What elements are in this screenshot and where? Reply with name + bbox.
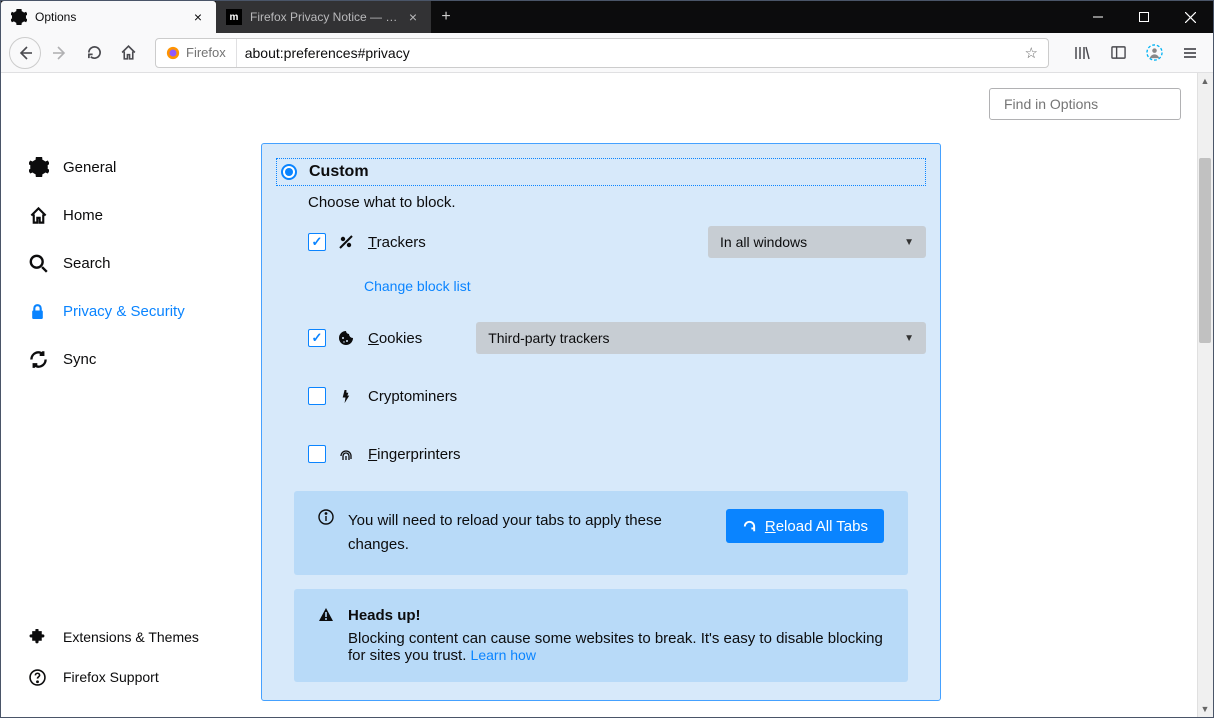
sidebar-item-label: Sync: [63, 351, 96, 368]
menu-button[interactable]: [1175, 38, 1205, 68]
sidebar: General Home Search: [1, 143, 251, 717]
home-icon: [29, 206, 49, 225]
reload-icon: [742, 519, 757, 534]
reload-all-tabs-button[interactable]: Reload All Tabs: [726, 509, 884, 543]
sidebar-extensions[interactable]: Extensions & Themes: [29, 617, 251, 657]
trackers-checkbox[interactable]: [308, 233, 326, 251]
tab-close-icon[interactable]: ×: [405, 9, 421, 25]
fingerprint-icon: [338, 446, 356, 462]
tab-privacy-notice[interactable]: m Firefox Privacy Notice — Mozil ×: [216, 1, 431, 33]
heads-up-box: Heads up! Blocking content can cause som…: [294, 589, 908, 682]
custom-desc: Choose what to block.: [308, 194, 926, 211]
warning-icon: [318, 607, 334, 623]
close-button[interactable]: [1167, 1, 1213, 33]
fingerprinters-label: Fingerprinters: [368, 446, 461, 463]
main-panel: Custom Choose what to block. Trackers: [261, 143, 941, 717]
forward-button[interactable]: [45, 38, 75, 68]
sidebar-item-home[interactable]: Home: [29, 191, 251, 239]
search-input[interactable]: [1004, 96, 1185, 112]
firefox-logo-icon: [166, 46, 180, 60]
trackers-row: Trackers In all windows ▼: [308, 223, 926, 261]
options-page: General Home Search: [1, 73, 1213, 717]
sidebar-item-label: General: [63, 159, 116, 176]
sync-icon: [29, 350, 49, 369]
tracker-icon: [338, 234, 356, 250]
sidebar-support[interactable]: Firefox Support: [29, 657, 251, 697]
window-controls: [1075, 1, 1213, 33]
sidebar-item-label: Firefox Support: [63, 669, 159, 685]
cookies-dropdown[interactable]: Third-party trackers ▼: [476, 322, 926, 354]
scroll-up-button[interactable]: ▲: [1197, 73, 1213, 89]
scroll-thumb[interactable]: [1199, 158, 1211, 343]
sidebar-item-sync[interactable]: Sync: [29, 335, 251, 383]
chevron-down-icon: ▼: [904, 237, 914, 248]
url-text[interactable]: about:preferences#privacy: [237, 45, 1015, 61]
back-button[interactable]: [9, 37, 41, 69]
reload-info-box: You will need to reload your tabs to app…: [294, 491, 908, 575]
sidebar-item-general[interactable]: General: [29, 143, 251, 191]
sidebar-item-label: Extensions & Themes: [63, 629, 199, 645]
fingerprinters-checkbox[interactable]: [308, 445, 326, 463]
minimize-button[interactable]: [1075, 1, 1121, 33]
toolbar-right: [1067, 38, 1205, 68]
url-bar[interactable]: Firefox about:preferences#privacy ☆: [155, 38, 1049, 68]
warn-msg: Heads up! Blocking content can cause som…: [348, 607, 884, 664]
trackers-label: Trackers: [368, 234, 426, 251]
sidebar-item-search[interactable]: Search: [29, 239, 251, 287]
info-msg: You will need to reload your tabs to app…: [348, 509, 712, 557]
learn-how-link[interactable]: Learn how: [471, 647, 536, 663]
cookies-row: Cookies Third-party trackers ▼: [308, 319, 926, 357]
cookie-icon: [338, 330, 356, 346]
cryptominers-checkbox[interactable]: [308, 387, 326, 405]
scroll-down-button[interactable]: ▼: [1197, 701, 1213, 717]
sidebar-item-privacy[interactable]: Privacy & Security: [29, 287, 251, 335]
cryptominers-label: Cryptominers: [368, 388, 457, 405]
firefox-window: Options × m Firefox Privacy Notice — Moz…: [0, 0, 1214, 718]
fingerprinters-row: Fingerprinters: [308, 435, 926, 473]
cookies-checkbox[interactable]: [308, 329, 326, 347]
change-block-list-link[interactable]: Change block list: [364, 278, 471, 294]
new-tab-button[interactable]: +: [431, 1, 461, 33]
sidebar-button[interactable]: [1103, 38, 1133, 68]
tab-options[interactable]: Options ×: [1, 1, 216, 33]
gear-icon: [29, 157, 49, 177]
info-icon: [318, 509, 334, 525]
lock-icon: [29, 303, 49, 320]
reload-button[interactable]: [79, 38, 109, 68]
custom-radio[interactable]: [281, 164, 297, 180]
identity-box[interactable]: Firefox: [156, 39, 237, 67]
custom-blocking-panel: Custom Choose what to block. Trackers: [261, 143, 941, 701]
puzzle-icon: [29, 629, 49, 646]
cookies-label: Cookies: [368, 330, 422, 347]
bookmark-star-icon[interactable]: ☆: [1015, 44, 1048, 62]
gear-icon: [11, 9, 27, 25]
maximize-button[interactable]: [1121, 1, 1167, 33]
vertical-scrollbar[interactable]: ▲ ▼: [1197, 73, 1213, 717]
titlebar: Options × m Firefox Privacy Notice — Moz…: [1, 1, 1213, 33]
mozilla-icon: m: [226, 9, 242, 25]
cryptominer-icon: [338, 389, 356, 404]
cryptominers-row: Cryptominers: [308, 377, 926, 415]
sidebar-item-label: Search: [63, 255, 111, 272]
toolbar: Firefox about:preferences#privacy ☆: [1, 33, 1213, 73]
warn-title: Heads up!: [348, 607, 884, 624]
custom-radio-row[interactable]: Custom: [276, 158, 926, 186]
help-icon: [29, 669, 49, 686]
custom-radio-label: Custom: [309, 163, 369, 181]
library-button[interactable]: [1067, 38, 1097, 68]
home-button[interactable]: [113, 38, 143, 68]
tab-label: Options: [35, 10, 76, 24]
search-icon: [29, 254, 49, 273]
sidebar-item-label: Home: [63, 207, 103, 224]
sidebar-item-label: Privacy & Security: [63, 303, 185, 320]
chevron-down-icon: ▼: [904, 333, 914, 344]
trackers-dropdown[interactable]: In all windows ▼: [708, 226, 926, 258]
find-in-options[interactable]: [989, 88, 1181, 120]
content: General Home Search: [1, 73, 1213, 717]
account-button[interactable]: [1139, 38, 1169, 68]
tab-close-icon[interactable]: ×: [190, 9, 206, 25]
tab-label: Firefox Privacy Notice — Mozil: [250, 10, 400, 24]
